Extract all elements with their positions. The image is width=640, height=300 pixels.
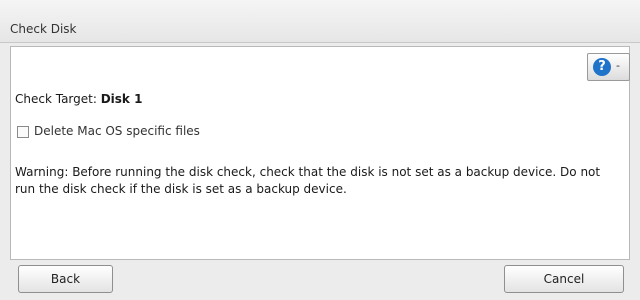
check-target-value: Disk 1 xyxy=(100,92,143,106)
delete-mac-files-checkbox[interactable] xyxy=(17,126,29,138)
help-button[interactable]: ? - xyxy=(587,53,630,81)
delete-mac-files-label[interactable]: Delete Mac OS specific files xyxy=(34,124,200,138)
warning-message: Warning: Before running the disk check, … xyxy=(15,165,601,196)
window-title: Check Disk xyxy=(10,22,77,36)
cancel-button[interactable]: Cancel xyxy=(504,265,624,293)
question-mark-icon: ? xyxy=(593,58,611,76)
dropdown-caret-icon: - xyxy=(616,59,620,72)
title-bar: Check Disk xyxy=(0,0,640,43)
content-panel xyxy=(10,46,630,260)
check-target-row: Check Target: Disk 1 xyxy=(15,92,142,106)
check-target-label: Check Target: xyxy=(15,92,101,106)
back-button[interactable]: Back xyxy=(18,265,113,293)
